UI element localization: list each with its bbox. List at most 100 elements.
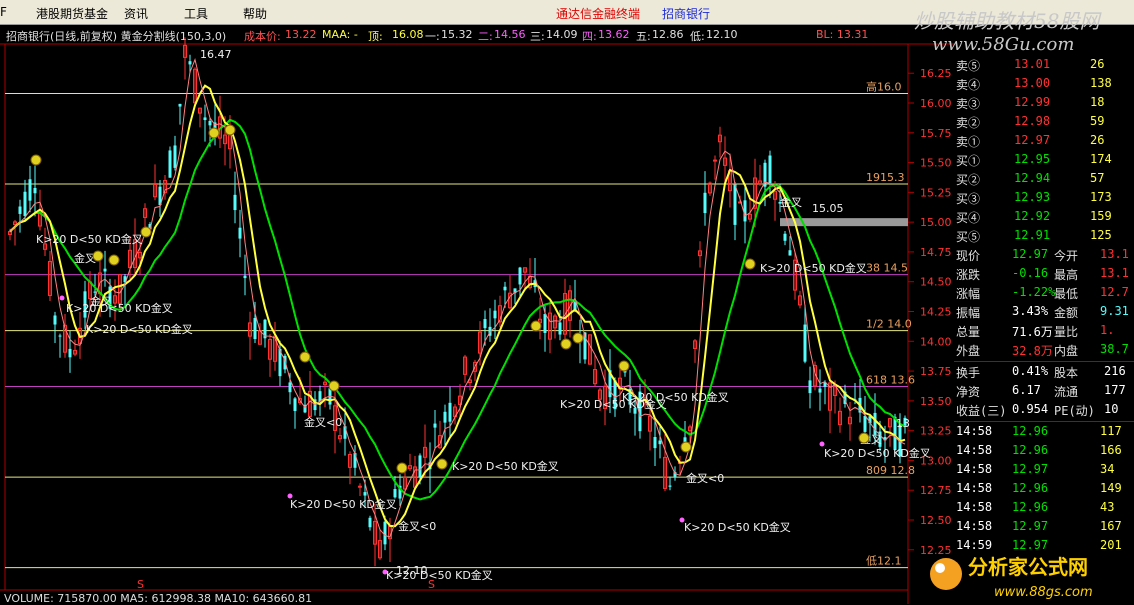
buy-label: 买③ [956,192,981,206]
buy-volume: 159 [1090,209,1112,223]
coin-marker-icon [224,124,236,136]
candle-down [203,117,207,121]
fib-label: 1915.3 [866,171,905,184]
candle-down [238,227,242,239]
candlestick-chart[interactable]: 高16.0 1915.3 38 14.5 1/2 14.0 618 13.6 809 12… [0,0,954,604]
chart-annotation: K>20 D<50 KD金叉 [452,459,559,473]
stat2-value1: 6.17 [1012,383,1041,397]
sell-price: 13.01 [1014,57,1051,71]
sell-label: 卖② [956,116,981,130]
sell-row: 卖③ 12.99 18 [954,94,1134,112]
sell-price: 12.98 [1014,114,1051,128]
sell-label: 卖③ [956,97,981,111]
coin-marker-icon [572,332,584,344]
sell-label: 卖① [956,135,981,149]
volume-readout: VOLUME: 715870.00 MA5: 612998.38 MA10: 6… [4,592,313,605]
coin-marker-icon [208,127,220,139]
price-axis-label: 13.75 [920,365,952,378]
stat-row: 总量 71.6万 量比 1. [954,322,1134,340]
chart-annotation: K>20 D<50 KD金叉 [86,322,193,336]
stat2-key1: 净资 [956,385,981,399]
signal-s-marker: S [428,578,435,591]
price-axis-label: 16.00 [920,97,952,110]
coin-marker-icon [30,154,42,166]
candle-down [668,485,672,487]
sell-row: 卖⑤ 13.01 26 [954,56,1134,74]
watermark-88gs: 分析家公式网 www.88gs.com [930,555,1093,600]
candle-down [23,191,27,216]
candle-down [188,61,192,65]
tick-row: 14:58 12.96 117 [954,423,1134,441]
buy-row: 买⑤ 12.91 125 [954,227,1134,245]
signal-s-marker: S [137,578,144,591]
stat-row: 现价 12.97 今开 13.1 [954,246,1134,264]
coin-marker-icon [299,351,311,363]
tick-price: 12.96 [1012,500,1049,514]
candle-down [558,322,562,335]
price-axis-label: 15.00 [920,216,952,229]
candle-down [103,268,107,272]
stat-key1: 现价 [956,249,981,263]
chart-annotation: K>20 D<50 KD金叉 [760,261,867,275]
candle-up [358,485,362,488]
signal-dot [382,569,388,575]
buy-volume: 125 [1090,228,1112,242]
buy-row: 买④ 12.92 159 [954,208,1134,226]
coin-marker-icon [858,432,870,444]
candle-down [178,103,182,107]
price-axis-label: 12.75 [920,484,952,497]
tick-row: 14:58 12.96 149 [954,480,1134,498]
buy-label: 买② [956,173,981,187]
stat-value2: 12.7 [1100,285,1129,299]
price-axis-label: 14.50 [920,276,952,289]
stat-key2: 今开 [1054,249,1079,263]
chart-annotation: 12.10 [396,564,428,577]
stat-key1: 总量 [956,325,981,339]
tick-time: 14:58 [956,519,993,533]
buy-price: 12.94 [1014,171,1051,185]
candle-down [808,380,812,394]
stat-value1: 32.8万 [1012,344,1053,358]
candle-down [168,150,172,178]
fib-label: 低12.1 [866,555,902,568]
stat-key2: 金额 [1054,306,1079,320]
sell-label: 卖④ [956,78,981,92]
sell-volume: 18 [1090,95,1105,109]
candle-down [503,286,507,291]
tick-time: 14:58 [956,424,993,438]
coin-marker-icon [92,250,104,262]
stat-key2: 最低 [1054,287,1079,301]
fib-label: 809 12.8 [866,464,915,477]
tick-time: 14:58 [956,462,993,476]
stat2-key2: 流通 [1054,385,1079,399]
tick-price: 12.97 [1012,462,1049,476]
candle-down [768,155,772,184]
fib-label: 1/2 14.0 [866,318,912,331]
buy-row: 买③ 12.93 173 [954,189,1134,207]
candle-down [448,402,452,422]
chart-annotation: K>20 D<50 KD金叉 [622,390,729,404]
stat-value1: 71.6万 [1012,325,1053,339]
sell-row: 卖④ 13.00 138 [954,75,1134,93]
tick-price: 12.97 [1012,519,1049,533]
chart-annotation: 15.05 [812,202,844,215]
candle-down [53,315,57,325]
chart-annotation: K>20 D<50 KD金叉 [824,446,931,460]
candle-down [658,440,662,445]
tick-volume: 43 [1100,500,1115,514]
stat2-value1: 0.954 [1012,402,1049,416]
coin-marker-icon [396,462,408,474]
tick-row: 14:58 12.96 43 [954,499,1134,517]
coin-marker-icon [436,458,448,470]
price-marker-box [780,218,908,227]
sell-row: 卖① 12.97 26 [954,132,1134,150]
sell-label: 卖⑤ [956,59,981,73]
tick-time: 14:58 [956,500,993,514]
stat-value2: 9.31 [1100,304,1129,318]
price-axis-label: 12.50 [920,514,952,527]
chart-annotation: K>20 D<50 KD金叉 [290,497,397,511]
sell-volume: 59 [1090,114,1105,128]
buy-price: 12.95 [1014,152,1051,166]
stat-value2: 13.1 [1100,247,1129,261]
candle-down [653,437,657,449]
